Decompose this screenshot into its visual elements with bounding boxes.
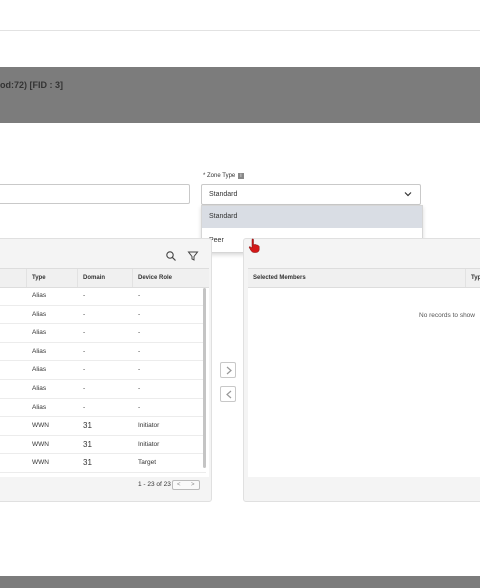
pagination-text: 1 - 23 of 23 [138, 481, 171, 488]
cell-type: Alias [32, 329, 47, 337]
cell-domain: 31 [83, 421, 92, 431]
column-header-type[interactable]: Typ [466, 269, 480, 287]
zone-type-label: * Zone Type i [203, 173, 244, 179]
zone-type-label-text: * Zone Type [203, 173, 236, 179]
available-members-table: Type Domain Device Role Alias - - Alias - - Al… [0, 268, 209, 477]
cell-type: Alias [32, 385, 47, 392]
table-row[interactable]: WWN 31 Initiator [0, 417, 206, 436]
cell-role: - [138, 347, 141, 355]
dialog-header: od:72) [FID : 3] [0, 67, 480, 123]
cell-type: WWN [32, 459, 49, 467]
cell-domain: - [83, 310, 86, 318]
column-header-type[interactable]: Type [27, 269, 78, 287]
cell-role: Initiator [138, 440, 160, 448]
cell-role: - [138, 329, 141, 337]
next-page-icon[interactable]: > [191, 481, 195, 490]
cell-domain: 31 [83, 439, 92, 449]
table-row[interactable]: Alias - - [0, 361, 206, 380]
option-standard[interactable]: Standard [202, 206, 422, 228]
column-header-domain[interactable]: Domain [78, 269, 133, 287]
filter-icon[interactable] [187, 250, 199, 262]
zone-type-select[interactable]: Standard [201, 184, 421, 205]
cell-role: Target [138, 459, 157, 467]
cell-domain: - [83, 292, 86, 299]
cell-domain: - [83, 366, 86, 374]
cell-type: WWN [32, 440, 49, 448]
column-header-selected-members[interactable]: Selected Members [248, 269, 466, 287]
chevron-down-icon [404, 192, 412, 197]
cell-type: WWN [32, 422, 49, 430]
table-row[interactable]: Alias - - [0, 306, 206, 325]
add-member-button[interactable] [220, 362, 236, 378]
table-row[interactable]: WWN 31 Target [0, 454, 206, 473]
zone-type-value: Standard [209, 191, 238, 198]
table-row[interactable]: Alias - - [0, 399, 206, 418]
cell-role: - [138, 366, 141, 374]
cell-type: Alias [32, 403, 47, 411]
cell-role: - [138, 403, 141, 411]
search-icon[interactable] [165, 250, 177, 262]
cell-type: Alias [32, 292, 47, 299]
table-row[interactable]: Alias - - [0, 287, 206, 306]
column-header-device-role[interactable]: Device Role [133, 269, 209, 287]
pagination-buttons: < > [172, 480, 200, 490]
hand-cursor-icon [248, 238, 260, 253]
table-row[interactable]: Alias - - [0, 380, 206, 399]
cell-domain: 31 [83, 458, 92, 468]
dialog-title: od:72) [FID : 3] [0, 80, 63, 90]
prev-page-icon[interactable]: < [177, 481, 181, 490]
cell-domain: - [83, 347, 86, 355]
info-icon[interactable]: i [237, 173, 244, 179]
cell-type: Alias [32, 347, 47, 355]
empty-state-text: No records to show [419, 312, 475, 319]
cell-domain: - [83, 329, 86, 337]
cell-role: - [138, 310, 141, 318]
cell-type: Alias [32, 366, 47, 374]
column-header-name[interactable] [0, 269, 27, 287]
remove-member-button[interactable] [220, 386, 236, 402]
cell-type: Alias [32, 310, 47, 318]
cell-domain: - [83, 385, 86, 392]
selected-members-table: Selected Members Typ [248, 268, 480, 477]
table-row[interactable]: Alias - - [0, 324, 206, 343]
cell-domain: - [83, 403, 86, 411]
arrow-left-icon [226, 390, 232, 399]
table-row[interactable]: WWN 31 Initiator [0, 436, 206, 455]
top-bar [0, 0, 480, 31]
cell-role: Initiator [138, 422, 160, 430]
cell-role: - [138, 292, 141, 299]
table-scrollbar[interactable] [203, 288, 206, 468]
zone-name-input[interactable] [0, 184, 190, 204]
arrow-right-icon [226, 366, 232, 375]
cell-role: - [138, 385, 141, 392]
table-row[interactable]: Alias - - [0, 343, 206, 362]
bottom-bar [0, 576, 480, 588]
